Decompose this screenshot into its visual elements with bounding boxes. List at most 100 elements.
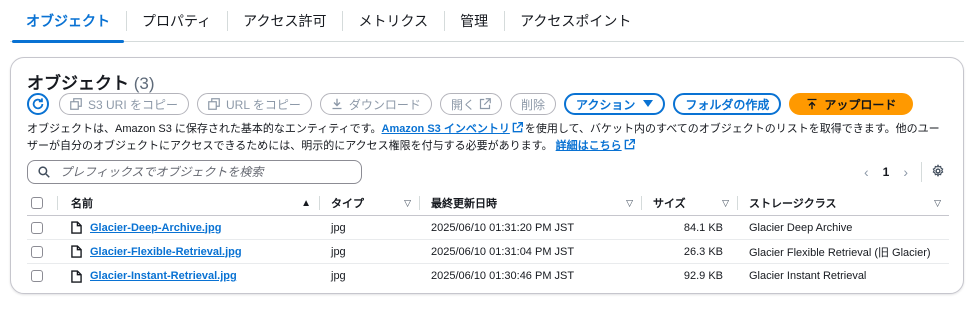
- type-cell: jpg: [331, 270, 346, 282]
- row-checkbox[interactable]: [31, 270, 43, 282]
- column-header-type[interactable]: タイプ ▽: [319, 191, 419, 215]
- file-icon: [71, 245, 82, 258]
- tab-properties[interactable]: プロパティ: [126, 0, 227, 42]
- search-box: [27, 160, 362, 184]
- sort-icon: ▽: [934, 197, 941, 208]
- open-label: 開く: [450, 97, 475, 112]
- sort-ascending-icon: ▲: [301, 197, 311, 209]
- objects-panel: オブジェクト (3) S3 URI をコピー URL をコピー ダウンロード 開…: [10, 57, 964, 294]
- inventory-link[interactable]: Amazon S3 インベントリ: [382, 123, 510, 135]
- modified-cell: 2025/06/10 01:30:46 PM JST: [431, 270, 575, 282]
- description: オブジェクトは、Amazon S3 に保存された基本的なエンティティです。Ama…: [27, 121, 947, 155]
- column-header-name[interactable]: 名前 ▲: [57, 191, 319, 215]
- file-icon: [71, 221, 82, 234]
- column-label: ストレージクラス: [749, 198, 837, 210]
- tab-objects[interactable]: オブジェクト: [10, 0, 126, 43]
- file-entry: Glacier-Instant-Retrieval.jpg: [71, 269, 237, 283]
- copy-icon: [70, 98, 82, 110]
- actions-dropdown[interactable]: アクション: [563, 93, 666, 115]
- table-row[interactable]: Glacier-Instant-Retrieval.jpg jpg 2025/0…: [27, 264, 949, 288]
- column-label: サイズ: [653, 198, 686, 210]
- next-page-icon[interactable]: ›: [903, 164, 908, 180]
- storage-class-cell: Glacier Deep Archive: [749, 221, 853, 234]
- row-select-cell: [27, 216, 57, 239]
- column-header-size[interactable]: サイズ ▽: [641, 191, 737, 215]
- object-link[interactable]: Glacier-Flexible-Retrieval.jpg: [90, 246, 242, 258]
- copy-s3-uri-button[interactable]: S3 URI をコピー: [59, 93, 190, 115]
- sort-icon: ▽: [722, 197, 729, 208]
- row-select-cell: [27, 264, 57, 288]
- delete-label: 削除: [520, 97, 545, 112]
- name-cell: Glacier-Instant-Retrieval.jpg: [57, 264, 319, 288]
- column-label: 最終更新日時: [431, 198, 497, 210]
- tab-permissions[interactable]: アクセス許可: [227, 0, 342, 42]
- modified-cell: 2025/06/10 01:31:20 PM JST: [431, 221, 575, 234]
- learn-more-link[interactable]: 詳細はこちら: [556, 140, 622, 152]
- download-icon: [331, 98, 343, 110]
- prev-page-icon[interactable]: ‹: [864, 164, 869, 180]
- storage-class-cell: Glacier Instant Retrieval: [749, 270, 867, 282]
- objects-table: 名前 ▲ タイプ ▽ 最終更新日時 ▽ サイズ ▽ ストレージクラス ▽ Gla…: [27, 191, 949, 288]
- copy-s3-uri-label: S3 URI をコピー: [88, 97, 179, 112]
- upload-icon: [806, 98, 818, 110]
- search-icon: [38, 166, 50, 178]
- delete-button[interactable]: 削除: [509, 93, 556, 115]
- tab-bar: オブジェクト プロパティ アクセス許可 メトリクス 管理 アクセスポイント: [10, 0, 964, 43]
- create-folder-button[interactable]: フォルダの作成: [673, 93, 782, 115]
- settings-button[interactable]: [931, 164, 945, 183]
- copy-icon: [208, 98, 220, 110]
- select-all-checkbox[interactable]: [31, 197, 43, 209]
- copy-url-button[interactable]: URL をコピー: [197, 93, 312, 115]
- object-link[interactable]: Glacier-Deep-Archive.jpg: [90, 222, 221, 234]
- sort-icon: ▽: [626, 197, 633, 208]
- tab-metrics[interactable]: メトリクス: [342, 0, 444, 42]
- open-button[interactable]: 開く: [439, 93, 502, 115]
- type-cell: jpg: [331, 245, 346, 258]
- object-link[interactable]: Glacier-Instant-Retrieval.jpg: [90, 270, 237, 282]
- caret-down-icon: [643, 100, 654, 108]
- search-input[interactable]: [58, 164, 348, 180]
- column-header-last-modified[interactable]: 最終更新日時 ▽: [419, 191, 641, 215]
- divider: [921, 162, 922, 182]
- pagination: ‹ 1 ›: [864, 162, 908, 182]
- name-cell: Glacier-Flexible-Retrieval.jpg: [57, 240, 319, 263]
- table-row[interactable]: Glacier-Flexible-Retrieval.jpg jpg 2025/…: [27, 240, 949, 264]
- tab-access-points[interactable]: アクセスポイント: [504, 0, 647, 42]
- current-page[interactable]: 1: [883, 165, 890, 179]
- panel-title-text: オブジェクト: [27, 74, 129, 93]
- column-label: タイプ: [331, 198, 364, 210]
- create-folder-label: フォルダの作成: [685, 97, 770, 112]
- upload-label: アップロード: [824, 97, 897, 112]
- row-checkbox[interactable]: [31, 245, 43, 258]
- external-link-icon: [624, 139, 635, 155]
- storage-class-cell: Glacier Flexible Retrieval (旧 Glacier): [749, 246, 931, 259]
- name-cell: Glacier-Deep-Archive.jpg: [57, 216, 319, 239]
- modified-cell: 2025/06/10 01:31:04 PM JST: [431, 245, 575, 258]
- table-header: 名前 ▲ タイプ ▽ 最終更新日時 ▽ サイズ ▽ ストレージクラス ▽: [27, 191, 949, 216]
- size-cell: 92.9 KB: [683, 270, 723, 282]
- file-entry: Glacier-Flexible-Retrieval.jpg: [71, 245, 242, 258]
- column-header-storage-class[interactable]: ストレージクラス ▽: [737, 191, 949, 215]
- tab-management[interactable]: 管理: [444, 0, 504, 42]
- actions-label: アクション: [575, 97, 636, 112]
- gear-icon: [932, 164, 944, 177]
- table-row[interactable]: Glacier-Deep-Archive.jpg jpg 2025/06/10 …: [27, 216, 949, 240]
- row-checkbox[interactable]: [31, 221, 43, 234]
- download-button[interactable]: ダウンロード: [319, 93, 432, 115]
- file-entry: Glacier-Deep-Archive.jpg: [71, 221, 221, 234]
- type-cell: jpg: [331, 221, 346, 234]
- column-label: 名前: [71, 198, 93, 210]
- copy-url-label: URL をコピー: [226, 97, 301, 112]
- select-all-cell: [27, 191, 57, 215]
- row-select-cell: [27, 240, 57, 263]
- toolbar: S3 URI をコピー URL をコピー ダウンロード 開く 削除 アクション: [27, 93, 921, 115]
- external-link-icon: [512, 122, 523, 138]
- download-label: ダウンロード: [348, 97, 421, 112]
- external-link-icon: [479, 98, 491, 110]
- description-text-1: オブジェクトは、Amazon S3 に保存された基本的なエンティティです。: [27, 123, 382, 135]
- size-cell: 84.1 KB: [683, 221, 723, 234]
- size-cell: 26.3 KB: [683, 245, 723, 258]
- object-count: (3): [133, 74, 155, 93]
- upload-button[interactable]: アップロード: [789, 93, 914, 115]
- refresh-button[interactable]: [27, 93, 49, 115]
